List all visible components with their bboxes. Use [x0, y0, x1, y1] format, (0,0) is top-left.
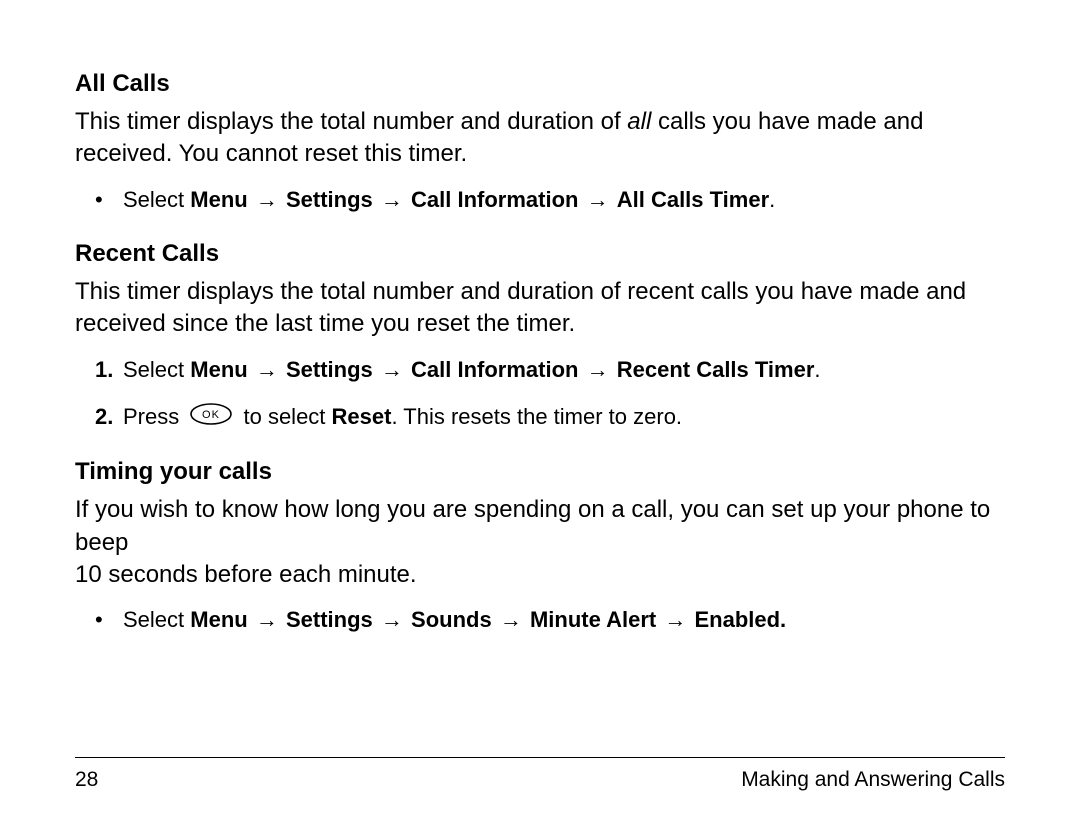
- menu-path-segment: Call Information: [411, 357, 578, 382]
- arrow-icon: →: [379, 607, 405, 632]
- ok-button-icon: OK: [189, 401, 233, 434]
- page-footer: 28 Making and Answering Calls: [75, 757, 1005, 792]
- menu-path-segment: Menu: [190, 357, 247, 382]
- document-page: All Calls This timer displays the total …: [0, 0, 1080, 834]
- body-all-calls: This timer displays the total number and…: [75, 106, 1005, 171]
- arrow-icon: →: [254, 607, 280, 632]
- section-timing-calls: Timing your calls If you wish to know ho…: [75, 458, 1005, 636]
- bullet-list-all-calls: • Select Menu → Settings → Call Informat…: [75, 183, 1005, 216]
- section-all-calls: All Calls This timer displays the total …: [75, 70, 1005, 216]
- body-recent-calls: This timer displays the total number and…: [75, 276, 1005, 341]
- chapter-title: Making and Answering Calls: [741, 768, 1005, 792]
- text-fragment: . This resets the timer to zero.: [391, 404, 682, 429]
- step-number: 1.: [95, 353, 113, 386]
- text-fragment: Select: [123, 187, 190, 212]
- ordered-list-recent-calls: 1. Select Menu → Settings → Call Informa…: [75, 353, 1005, 435]
- bold-reset: Reset: [332, 404, 392, 429]
- arrow-icon: →: [254, 187, 280, 212]
- arrow-icon: →: [379, 357, 405, 382]
- text-fragment: Press: [123, 404, 185, 429]
- page-number: 28: [75, 768, 98, 792]
- menu-path-segment: Enabled.: [694, 607, 786, 632]
- heading-all-calls: All Calls: [75, 70, 1005, 98]
- section-recent-calls: Recent Calls This timer displays the tot…: [75, 240, 1005, 434]
- menu-path-segment: Menu: [190, 607, 247, 632]
- menu-path-segment: Minute Alert: [530, 607, 656, 632]
- arrow-icon: →: [254, 357, 280, 382]
- menu-path-segment: Call Information: [411, 187, 578, 212]
- heading-recent-calls: Recent Calls: [75, 240, 1005, 268]
- text-fragment: Select: [123, 607, 190, 632]
- list-item: • Select Menu → Settings → Call Informat…: [95, 183, 1005, 216]
- menu-path-segment: Recent Calls Timer: [617, 357, 815, 382]
- list-item: • Select Menu → Settings → Sounds → Minu…: [95, 603, 1005, 636]
- arrow-icon: →: [498, 607, 524, 632]
- heading-timing: Timing your calls: [75, 458, 1005, 486]
- bullet-icon: •: [95, 603, 103, 636]
- menu-path-segment: Sounds: [411, 607, 492, 632]
- menu-path-segment: Menu: [190, 187, 247, 212]
- step-number: 2.: [95, 400, 113, 433]
- text-fragment: .: [769, 187, 775, 212]
- arrow-icon: →: [585, 357, 611, 382]
- bullet-icon: •: [95, 183, 103, 216]
- arrow-icon: →: [379, 187, 405, 212]
- text-fragment: This timer displays the total number and…: [75, 108, 627, 135]
- menu-path-segment: Settings: [286, 607, 373, 632]
- arrow-icon: →: [662, 607, 688, 632]
- bullet-list-timing: • Select Menu → Settings → Sounds → Minu…: [75, 603, 1005, 636]
- text-fragment: to select: [243, 404, 331, 429]
- menu-path-segment: Settings: [286, 187, 373, 212]
- body-timing-line1: If you wish to know how long you are spe…: [75, 494, 1005, 559]
- arrow-icon: →: [585, 187, 611, 212]
- italic-all: all: [627, 108, 651, 135]
- menu-path-segment: All Calls Timer: [617, 187, 769, 212]
- list-item: 1. Select Menu → Settings → Call Informa…: [95, 353, 1005, 386]
- menu-path-segment: Settings: [286, 357, 373, 382]
- text-fragment: .: [814, 357, 820, 382]
- svg-text:OK: OK: [202, 409, 220, 421]
- body-timing-line2: 10 seconds before each minute.: [75, 559, 1005, 591]
- list-item: 2. Press OK to select Reset. This resets…: [95, 400, 1005, 435]
- text-fragment: Select: [123, 357, 190, 382]
